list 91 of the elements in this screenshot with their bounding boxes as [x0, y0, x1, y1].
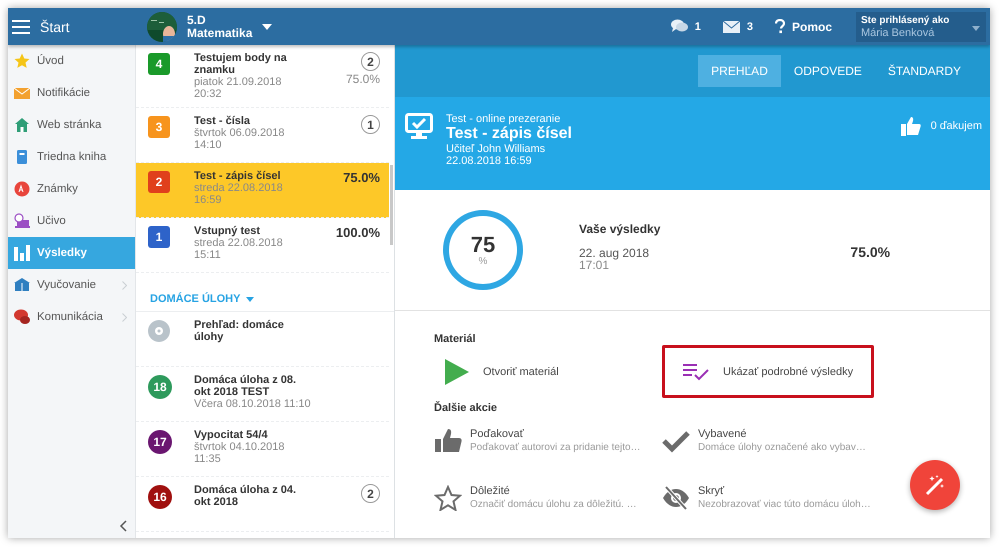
item-date: piatok 21.09.2018: [194, 76, 282, 88]
item-title: Vstupný test: [194, 225, 262, 237]
action-item[interactable]: Skryť Nezobrazovať viac túto domácu úloh…: [662, 471, 871, 524]
sidebar-item[interactable]: Úvod: [8, 45, 135, 77]
grade-icon: [14, 181, 30, 197]
item-date: streda 22.08.2018: [194, 182, 283, 194]
thanks-count: 0 ďakujem: [930, 120, 982, 132]
score-text: 75.0%: [346, 72, 380, 86]
count-badge: 1: [361, 115, 380, 134]
number-badge: 17: [148, 430, 172, 454]
help-link[interactable]: Pomoc: [792, 20, 832, 34]
item-title: Domáca úloha z 08. okt 2018 TEST: [194, 374, 298, 398]
item-time: 11:35: [194, 453, 221, 465]
magic-wand-icon: [924, 474, 946, 496]
count-badge: 2: [361, 52, 380, 71]
item-time: 14:10: [194, 139, 222, 151]
score-text: 75.0%: [343, 170, 380, 185]
class-name: 5.D: [187, 14, 207, 26]
action-item[interactable]: Poďakovať Poďakovať autorovi za pridanie tejto…: [434, 414, 641, 467]
item-date: štvrtok 04.10.2018: [194, 441, 285, 453]
number-badge: 16: [148, 485, 172, 509]
star-icon: [14, 53, 30, 69]
chat-count: 1: [694, 20, 701, 32]
sidebar-item[interactable]: Notifikácie: [8, 77, 135, 109]
item-title: Domáca úloha z 04. okt 2018: [194, 484, 298, 508]
item-date: Včera 08.10.2018 11:10: [194, 398, 311, 410]
thumbs-up-icon[interactable]: [900, 116, 921, 136]
list-check-icon: [683, 362, 709, 380]
test-date: 22.08.2018 16:59: [446, 155, 533, 167]
test-type: Test - online prezeranie: [446, 113, 562, 125]
thumbs-up-icon: [434, 428, 462, 454]
play-icon: [445, 358, 469, 384]
number-badge: 4: [148, 53, 170, 75]
magic-wand-button[interactable]: [910, 460, 960, 510]
number-badge: 18: [148, 375, 172, 399]
number-badge: 1: [148, 226, 170, 248]
material-action[interactable]: Otvoriť materiál: [434, 345, 662, 398]
section-heading: Materiál: [434, 333, 477, 345]
sidebar-item[interactable]: Vyučovanie: [8, 269, 135, 301]
collapse-icon[interactable]: [119, 520, 127, 532]
item-date: streda 22.08.2018: [194, 237, 283, 249]
sidebar-item[interactable]: Známky: [8, 173, 135, 205]
item-title: Vypocitat 54/4: [194, 429, 269, 441]
bars-icon: [14, 245, 30, 261]
result-score: 75.0%: [850, 244, 890, 260]
scrollbar[interactable]: [390, 165, 393, 245]
number-badge: 2: [148, 171, 170, 193]
caret-icon[interactable]: [262, 24, 272, 30]
item-title: Test - čísla: [194, 115, 252, 127]
list-item[interactable]: 2 Test - zápis čísel streda 22.08.2018 16:59 75.0%: [136, 163, 389, 218]
item-time: 20:32: [194, 88, 222, 100]
caret-icon[interactable]: [246, 296, 254, 302]
action-item[interactable]: Dôležité Označiť domácu úlohu za dôležitú. …: [434, 471, 637, 524]
star-icon: [434, 484, 462, 510]
caret-icon[interactable]: [972, 26, 980, 30]
house-icon: [14, 117, 30, 133]
score-gauge: 75 %: [443, 210, 523, 290]
help-icon[interactable]: [774, 19, 785, 34]
item-title: Testujem body na znamku: [194, 52, 288, 76]
chat-icon: [14, 309, 30, 325]
sidebar-item[interactable]: Komunikácia: [8, 301, 135, 333]
mail-icon: [14, 85, 30, 101]
chat-icon[interactable]: [670, 19, 688, 34]
result-time: 17:01: [579, 259, 610, 271]
result-date: 22. aug 2018: [579, 247, 650, 259]
action-item[interactable]: Vybavené Domáce úlohy označené ako vybav…: [662, 414, 866, 467]
monitor-check-icon: [405, 113, 433, 139]
number-badge: 3: [148, 116, 170, 138]
mail-icon[interactable]: [722, 20, 740, 32]
eye-off-icon: [662, 484, 690, 510]
section-heading: Ďalšie akcie: [434, 402, 498, 414]
sidebar-item[interactable]: Učivo: [8, 205, 135, 237]
score-text: 100.0%: [336, 225, 380, 240]
test-title: Test - zápis čísel: [446, 125, 572, 143]
count-badge: 2: [361, 484, 380, 503]
item-title: Prehľad: domáce úlohy: [194, 319, 285, 343]
results-heading: Vaše výsledky: [579, 223, 660, 235]
user-menu[interactable]: Ste prihlásený ako Mária Benková: [856, 12, 986, 42]
sidebar-item[interactable]: Triedna kniha: [8, 141, 135, 173]
item-time: 15:11: [194, 249, 221, 261]
book-icon: [14, 149, 30, 165]
start-label[interactable]: Štart: [40, 18, 70, 34]
item-date: štvrtok 06.09.2018: [194, 127, 285, 139]
item-title: Test - zápis čísel: [194, 170, 282, 182]
mail-count: 3: [746, 20, 753, 32]
item-time: 16:59: [194, 194, 222, 206]
teacher-name: Učiteľ John Williams: [446, 143, 546, 155]
sidebar-item[interactable]: Web stránka: [8, 109, 135, 141]
material-action[interactable]: Ukázať podrobné výsledky: [662, 345, 874, 398]
menu-icon[interactable]: [12, 20, 30, 34]
subject-name: Matematika: [187, 26, 252, 40]
